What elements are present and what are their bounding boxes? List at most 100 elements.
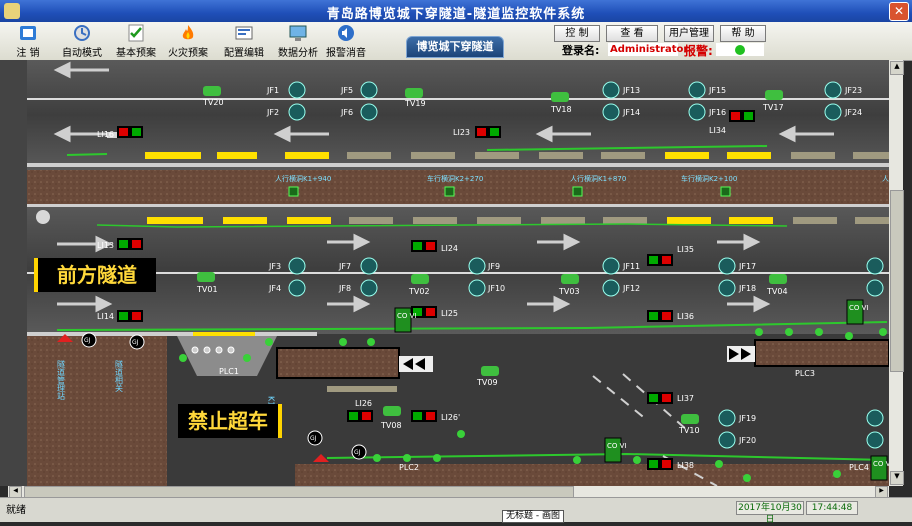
camera-label: TV04 (766, 287, 788, 296)
taskbar-button[interactable]: 无标题 - 画图 (502, 510, 564, 523)
fan-label: JF5 (340, 86, 353, 95)
lane-indicator-label: LI35 (677, 245, 694, 254)
fire-alarm-icon (313, 454, 329, 462)
data-analysis-icon (289, 25, 307, 41)
camera-label: TV17 (762, 103, 784, 112)
data-analysis-button[interactable]: 数据分析 (276, 24, 320, 59)
crosswalk-label: 人行横洞K1+940 (275, 174, 331, 183)
fan-label: JF11 (622, 262, 640, 271)
plc-label: PLC3 (795, 369, 815, 378)
side-label: 隧道相关 (115, 359, 124, 393)
basic-plan-button[interactable]: 基本预案 (114, 24, 158, 59)
camera-label: TV01 (196, 285, 218, 294)
gj-label: GJ (354, 449, 361, 456)
vertical-scrollbar[interactable]: ▲ ▼ (889, 60, 904, 486)
fan-label: JF15 (708, 86, 726, 95)
horizontal-scrollbar[interactable]: ◀ ▶ (8, 486, 889, 498)
camera-label: TV19 (404, 99, 426, 108)
dome-camera-icon (36, 210, 50, 224)
scroll-up-arrow-icon[interactable]: ▲ (890, 61, 904, 75)
status-date: 2017年10月30日 (736, 501, 804, 525)
camera-label: TV03 (558, 287, 580, 296)
lane-indicator-label: LI37 (677, 394, 694, 403)
scroll-down-arrow-icon[interactable]: ▼ (890, 471, 904, 485)
fan-label: JF9 (487, 262, 500, 271)
crosswalk-label: 车行横洞K2+100 (681, 174, 737, 183)
co-vi-label: CO VI (873, 460, 889, 468)
gj-label: GJ (84, 337, 91, 344)
toolbar-label: 报警消音 (326, 48, 366, 59)
lane-line (27, 98, 889, 100)
plc-label: PLC4 (849, 463, 869, 472)
fan-label: JF3 (268, 262, 281, 271)
camera-label: TV20 (202, 98, 224, 107)
scroll-thumb[interactable] (890, 190, 904, 372)
auto-mode-button[interactable]: 自动模式 (60, 24, 104, 59)
fan-label: JF16 (708, 108, 726, 117)
left-margin (0, 60, 27, 486)
gj-label: GJ (132, 339, 139, 346)
tunnel-map: 人行横洞K1+940 车行横洞K2+270 人行横洞K1+870 车行横洞K2+… (27, 60, 889, 486)
fan-label: JF19 (738, 414, 756, 423)
auto-mode-icon (74, 25, 90, 41)
login-user: Administrator (608, 43, 689, 56)
fan-label: JF13 (622, 86, 640, 95)
toolbar-label: 注 销 (16, 48, 40, 59)
fan-label: JF20 (738, 436, 756, 445)
toolbar-label: 配置编辑 (224, 48, 264, 59)
logout-icon (20, 26, 36, 40)
status-text: 就绪 (6, 505, 26, 516)
view-button[interactable]: 查 看 (606, 25, 658, 42)
tab-bolan-tunnel[interactable]: 博览城下穿隧道 (406, 36, 504, 58)
ground-left (27, 336, 167, 486)
lane-indicator-label: LI38 (677, 461, 694, 470)
close-button[interactable]: ✕ (889, 2, 909, 21)
toolbar-label: 数据分析 (278, 48, 318, 59)
lane-indicator-label: LI13 (97, 241, 114, 250)
fan-label: JF14 (622, 108, 640, 117)
plc-label: PLC2 (399, 463, 419, 472)
help-button[interactable]: 帮 助 (720, 25, 766, 42)
alarm-indicator (716, 43, 764, 56)
user-management-button[interactable]: 用户管理 (664, 25, 714, 42)
lane-indicator-label: LI14 (97, 312, 114, 321)
lane-indicator-label: LI16 (97, 130, 114, 139)
checklist-icon (128, 24, 144, 42)
alarm-label: 报警: (684, 44, 713, 58)
toolbar-label: 自动模式 (62, 48, 102, 59)
tunnel-diagram: 人行横洞K1+940 车行横洞K2+270 人行横洞K1+870 车行横洞K2+… (27, 60, 889, 486)
co-vi-label: CO VI (607, 442, 626, 450)
camera-label: TV08 (380, 421, 402, 430)
lane-indicator-label: LI34 (709, 126, 726, 135)
status-time: 17:44:48 (806, 501, 858, 515)
fan-label: JF12 (622, 284, 640, 293)
title-bar: 青岛路博览城下穿隧道-隧道监控软件系统 ✕ (0, 0, 912, 22)
crosswalk-label: 车行横洞K2+270 (427, 174, 483, 183)
fire-plan-button[interactable]: 火灾预案 (166, 24, 210, 59)
lane-indicator-label: LI26' (441, 413, 460, 422)
alarm-mute-button[interactable]: 报警消音 (326, 24, 366, 59)
control-button[interactable]: 控 制 (554, 25, 600, 42)
plc-labels: PLC1 PLC2 PLC3 PLC4 (219, 367, 869, 472)
config-edit-icon (235, 26, 253, 40)
status-bar: 就绪 2017年10月30日 17:44:48 (0, 497, 912, 525)
crosswalk-label: 人 (882, 175, 889, 183)
side-label: 隧道管理站 (57, 359, 66, 401)
fan-label: JF18 (738, 284, 756, 293)
config-edit-button[interactable]: 配置编辑 (222, 24, 266, 59)
plc-label: PLC1 (219, 367, 239, 376)
gj-label: GJ (310, 435, 317, 442)
logout-button[interactable]: 注 销 (8, 24, 48, 59)
co-vi-label: CO VI (397, 312, 416, 320)
sign-no-overtaking: 禁止超车 (178, 404, 282, 438)
toolbar-label: 基本预案 (116, 48, 156, 59)
co-vi-label: CO VI (849, 304, 868, 312)
camera-label: TV09 (476, 378, 498, 387)
lane-indicator-label: LI25 (441, 309, 458, 318)
lane-indicator-label: LI24 (441, 244, 458, 253)
fan-label: JF7 (338, 262, 351, 271)
fan-label: JF17 (738, 262, 756, 271)
sign-tunnel-ahead: 前方隧道 (34, 258, 156, 292)
alarm-light-icon (735, 45, 745, 55)
lane-indicator-label: LI26 (355, 399, 372, 408)
